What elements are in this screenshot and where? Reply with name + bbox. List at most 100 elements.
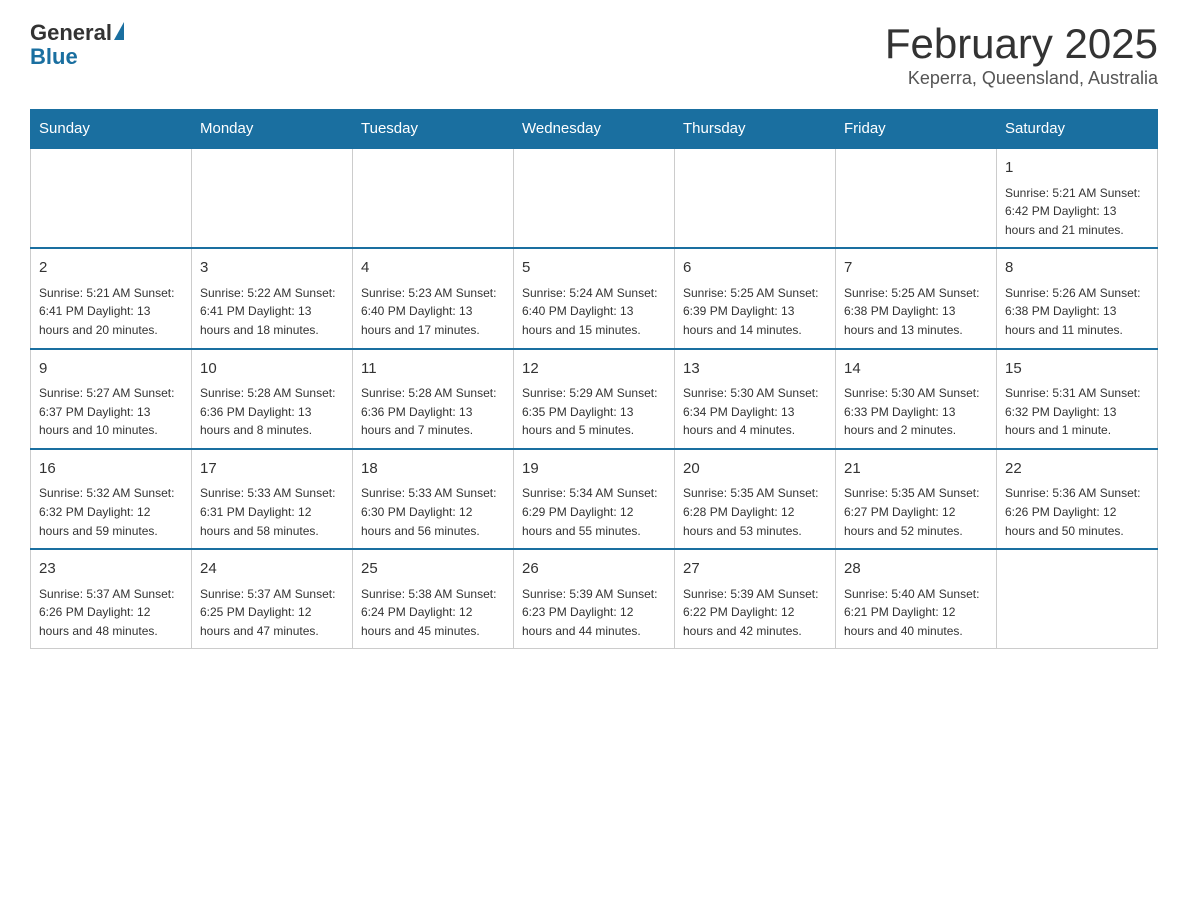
- day-number: 28: [844, 558, 988, 581]
- day-number: 8: [1005, 257, 1149, 280]
- day-number: 17: [200, 458, 344, 481]
- sun-info: Sunrise: 5:36 AM Sunset: 6:26 PM Dayligh…: [1005, 484, 1149, 540]
- day-number: 16: [39, 458, 183, 481]
- sun-info: Sunrise: 5:25 AM Sunset: 6:38 PM Dayligh…: [844, 284, 988, 340]
- weekday-header-sunday: Sunday: [31, 110, 192, 149]
- sun-info: Sunrise: 5:32 AM Sunset: 6:32 PM Dayligh…: [39, 484, 183, 540]
- sun-info: Sunrise: 5:33 AM Sunset: 6:30 PM Dayligh…: [361, 484, 505, 540]
- day-number: 14: [844, 358, 988, 381]
- logo: General Blue: [30, 20, 124, 70]
- day-number: 3: [200, 257, 344, 280]
- sun-info: Sunrise: 5:37 AM Sunset: 6:26 PM Dayligh…: [39, 585, 183, 641]
- weekday-header-tuesday: Tuesday: [353, 110, 514, 149]
- day-number: 10: [200, 358, 344, 381]
- sun-info: Sunrise: 5:29 AM Sunset: 6:35 PM Dayligh…: [522, 384, 666, 440]
- day-number: 20: [683, 458, 827, 481]
- sun-info: Sunrise: 5:35 AM Sunset: 6:27 PM Dayligh…: [844, 484, 988, 540]
- calendar-cell: [997, 549, 1158, 649]
- day-number: 25: [361, 558, 505, 581]
- calendar-cell: 17 Sunrise: 5:33 AM Sunset: 6:31 PM Dayli…: [192, 449, 353, 549]
- calendar-cell: 21 Sunrise: 5:35 AM Sunset: 6:27 PM Dayli…: [836, 449, 997, 549]
- sun-info: Sunrise: 5:21 AM Sunset: 6:41 PM Dayligh…: [39, 284, 183, 340]
- weekday-header-saturday: Saturday: [997, 110, 1158, 149]
- calendar-cell: [353, 148, 514, 248]
- sun-info: Sunrise: 5:34 AM Sunset: 6:29 PM Dayligh…: [522, 484, 666, 540]
- calendar-week-row: 1 Sunrise: 5:21 AM Sunset: 6:42 PM Daylig…: [31, 148, 1158, 248]
- day-number: 7: [844, 257, 988, 280]
- calendar-cell: 20 Sunrise: 5:35 AM Sunset: 6:28 PM Dayli…: [675, 449, 836, 549]
- sun-info: Sunrise: 5:39 AM Sunset: 6:22 PM Dayligh…: [683, 585, 827, 641]
- day-number: 5: [522, 257, 666, 280]
- sun-info: Sunrise: 5:33 AM Sunset: 6:31 PM Dayligh…: [200, 484, 344, 540]
- calendar-cell: 13 Sunrise: 5:30 AM Sunset: 6:34 PM Dayli…: [675, 349, 836, 449]
- calendar-cell: 14Sunrise: 5:30 AM Sunset: 6:33 PM Dayli…: [836, 349, 997, 449]
- calendar-cell: [514, 148, 675, 248]
- calendar-week-row: 16 Sunrise: 5:32 AM Sunset: 6:32 PM Dayli…: [31, 449, 1158, 549]
- calendar-cell: 6 Sunrise: 5:25 AM Sunset: 6:39 PM Daylig…: [675, 248, 836, 348]
- calendar-cell: [31, 148, 192, 248]
- sun-info: Sunrise: 5:30 AM Sunset: 6:34 PM Dayligh…: [683, 384, 827, 440]
- sun-info: Sunrise: 5:26 AM Sunset: 6:38 PM Dayligh…: [1005, 284, 1149, 340]
- page-header: General Blue February 2025 Keperra, Quee…: [30, 20, 1158, 89]
- sun-info: Sunrise: 5:21 AM Sunset: 6:42 PM Dayligh…: [1005, 184, 1149, 240]
- calendar-cell: 5Sunrise: 5:24 AM Sunset: 6:40 PM Daylig…: [514, 248, 675, 348]
- calendar-cell: 8 Sunrise: 5:26 AM Sunset: 6:38 PM Daylig…: [997, 248, 1158, 348]
- calendar-cell: 22Sunrise: 5:36 AM Sunset: 6:26 PM Dayli…: [997, 449, 1158, 549]
- day-number: 9: [39, 358, 183, 381]
- calendar-cell: [192, 148, 353, 248]
- calendar-cell: 25 Sunrise: 5:38 AM Sunset: 6:24 PM Dayli…: [353, 549, 514, 649]
- calendar-cell: 12 Sunrise: 5:29 AM Sunset: 6:35 PM Dayli…: [514, 349, 675, 449]
- sun-info: Sunrise: 5:25 AM Sunset: 6:39 PM Dayligh…: [683, 284, 827, 340]
- weekday-header-wednesday: Wednesday: [514, 110, 675, 149]
- calendar-cell: 28 Sunrise: 5:40 AM Sunset: 6:21 PM Dayli…: [836, 549, 997, 649]
- day-number: 19: [522, 458, 666, 481]
- calendar-cell: 18 Sunrise: 5:33 AM Sunset: 6:30 PM Dayli…: [353, 449, 514, 549]
- logo-triangle-icon: [114, 22, 124, 40]
- day-number: 1: [1005, 157, 1149, 180]
- sun-info: Sunrise: 5:35 AM Sunset: 6:28 PM Dayligh…: [683, 484, 827, 540]
- day-number: 24: [200, 558, 344, 581]
- sun-info: Sunrise: 5:22 AM Sunset: 6:41 PM Dayligh…: [200, 284, 344, 340]
- location-text: Keperra, Queensland, Australia: [885, 68, 1158, 89]
- calendar-cell: 2 Sunrise: 5:21 AM Sunset: 6:41 PM Daylig…: [31, 248, 192, 348]
- calendar-week-row: 2 Sunrise: 5:21 AM Sunset: 6:41 PM Daylig…: [31, 248, 1158, 348]
- logo-blue-text: Blue: [30, 44, 78, 70]
- day-number: 27: [683, 558, 827, 581]
- weekday-header-friday: Friday: [836, 110, 997, 149]
- weekday-header-monday: Monday: [192, 110, 353, 149]
- logo-general-text: General: [30, 20, 112, 46]
- sun-info: Sunrise: 5:23 AM Sunset: 6:40 PM Dayligh…: [361, 284, 505, 340]
- sun-info: Sunrise: 5:38 AM Sunset: 6:24 PM Dayligh…: [361, 585, 505, 641]
- calendar-cell: [836, 148, 997, 248]
- day-number: 12: [522, 358, 666, 381]
- day-number: 21: [844, 458, 988, 481]
- sun-info: Sunrise: 5:31 AM Sunset: 6:32 PM Dayligh…: [1005, 384, 1149, 440]
- calendar-cell: 24Sunrise: 5:37 AM Sunset: 6:25 PM Dayli…: [192, 549, 353, 649]
- day-number: 18: [361, 458, 505, 481]
- title-block: February 2025 Keperra, Queensland, Austr…: [885, 20, 1158, 89]
- sun-info: Sunrise: 5:28 AM Sunset: 6:36 PM Dayligh…: [361, 384, 505, 440]
- calendar-cell: 9Sunrise: 5:27 AM Sunset: 6:37 PM Daylig…: [31, 349, 192, 449]
- calendar-cell: 16 Sunrise: 5:32 AM Sunset: 6:32 PM Dayli…: [31, 449, 192, 549]
- calendar-cell: 7 Sunrise: 5:25 AM Sunset: 6:38 PM Daylig…: [836, 248, 997, 348]
- calendar-week-row: 23Sunrise: 5:37 AM Sunset: 6:26 PM Dayli…: [31, 549, 1158, 649]
- day-number: 2: [39, 257, 183, 280]
- calendar-cell: [675, 148, 836, 248]
- calendar-cell: 27 Sunrise: 5:39 AM Sunset: 6:22 PM Dayli…: [675, 549, 836, 649]
- sun-info: Sunrise: 5:28 AM Sunset: 6:36 PM Dayligh…: [200, 384, 344, 440]
- weekday-header-thursday: Thursday: [675, 110, 836, 149]
- calendar-cell: 3 Sunrise: 5:22 AM Sunset: 6:41 PM Daylig…: [192, 248, 353, 348]
- day-number: 6: [683, 257, 827, 280]
- day-number: 13: [683, 358, 827, 381]
- calendar-cell: 26 Sunrise: 5:39 AM Sunset: 6:23 PM Dayli…: [514, 549, 675, 649]
- day-number: 4: [361, 257, 505, 280]
- calendar-cell: 4 Sunrise: 5:23 AM Sunset: 6:40 PM Daylig…: [353, 248, 514, 348]
- sun-info: Sunrise: 5:40 AM Sunset: 6:21 PM Dayligh…: [844, 585, 988, 641]
- calendar-cell: 10 Sunrise: 5:28 AM Sunset: 6:36 PM Dayli…: [192, 349, 353, 449]
- calendar-cell: 15Sunrise: 5:31 AM Sunset: 6:32 PM Dayli…: [997, 349, 1158, 449]
- calendar-cell: 11 Sunrise: 5:28 AM Sunset: 6:36 PM Dayli…: [353, 349, 514, 449]
- sun-info: Sunrise: 5:39 AM Sunset: 6:23 PM Dayligh…: [522, 585, 666, 641]
- calendar-cell: 23Sunrise: 5:37 AM Sunset: 6:26 PM Dayli…: [31, 549, 192, 649]
- day-number: 11: [361, 358, 505, 381]
- day-number: 26: [522, 558, 666, 581]
